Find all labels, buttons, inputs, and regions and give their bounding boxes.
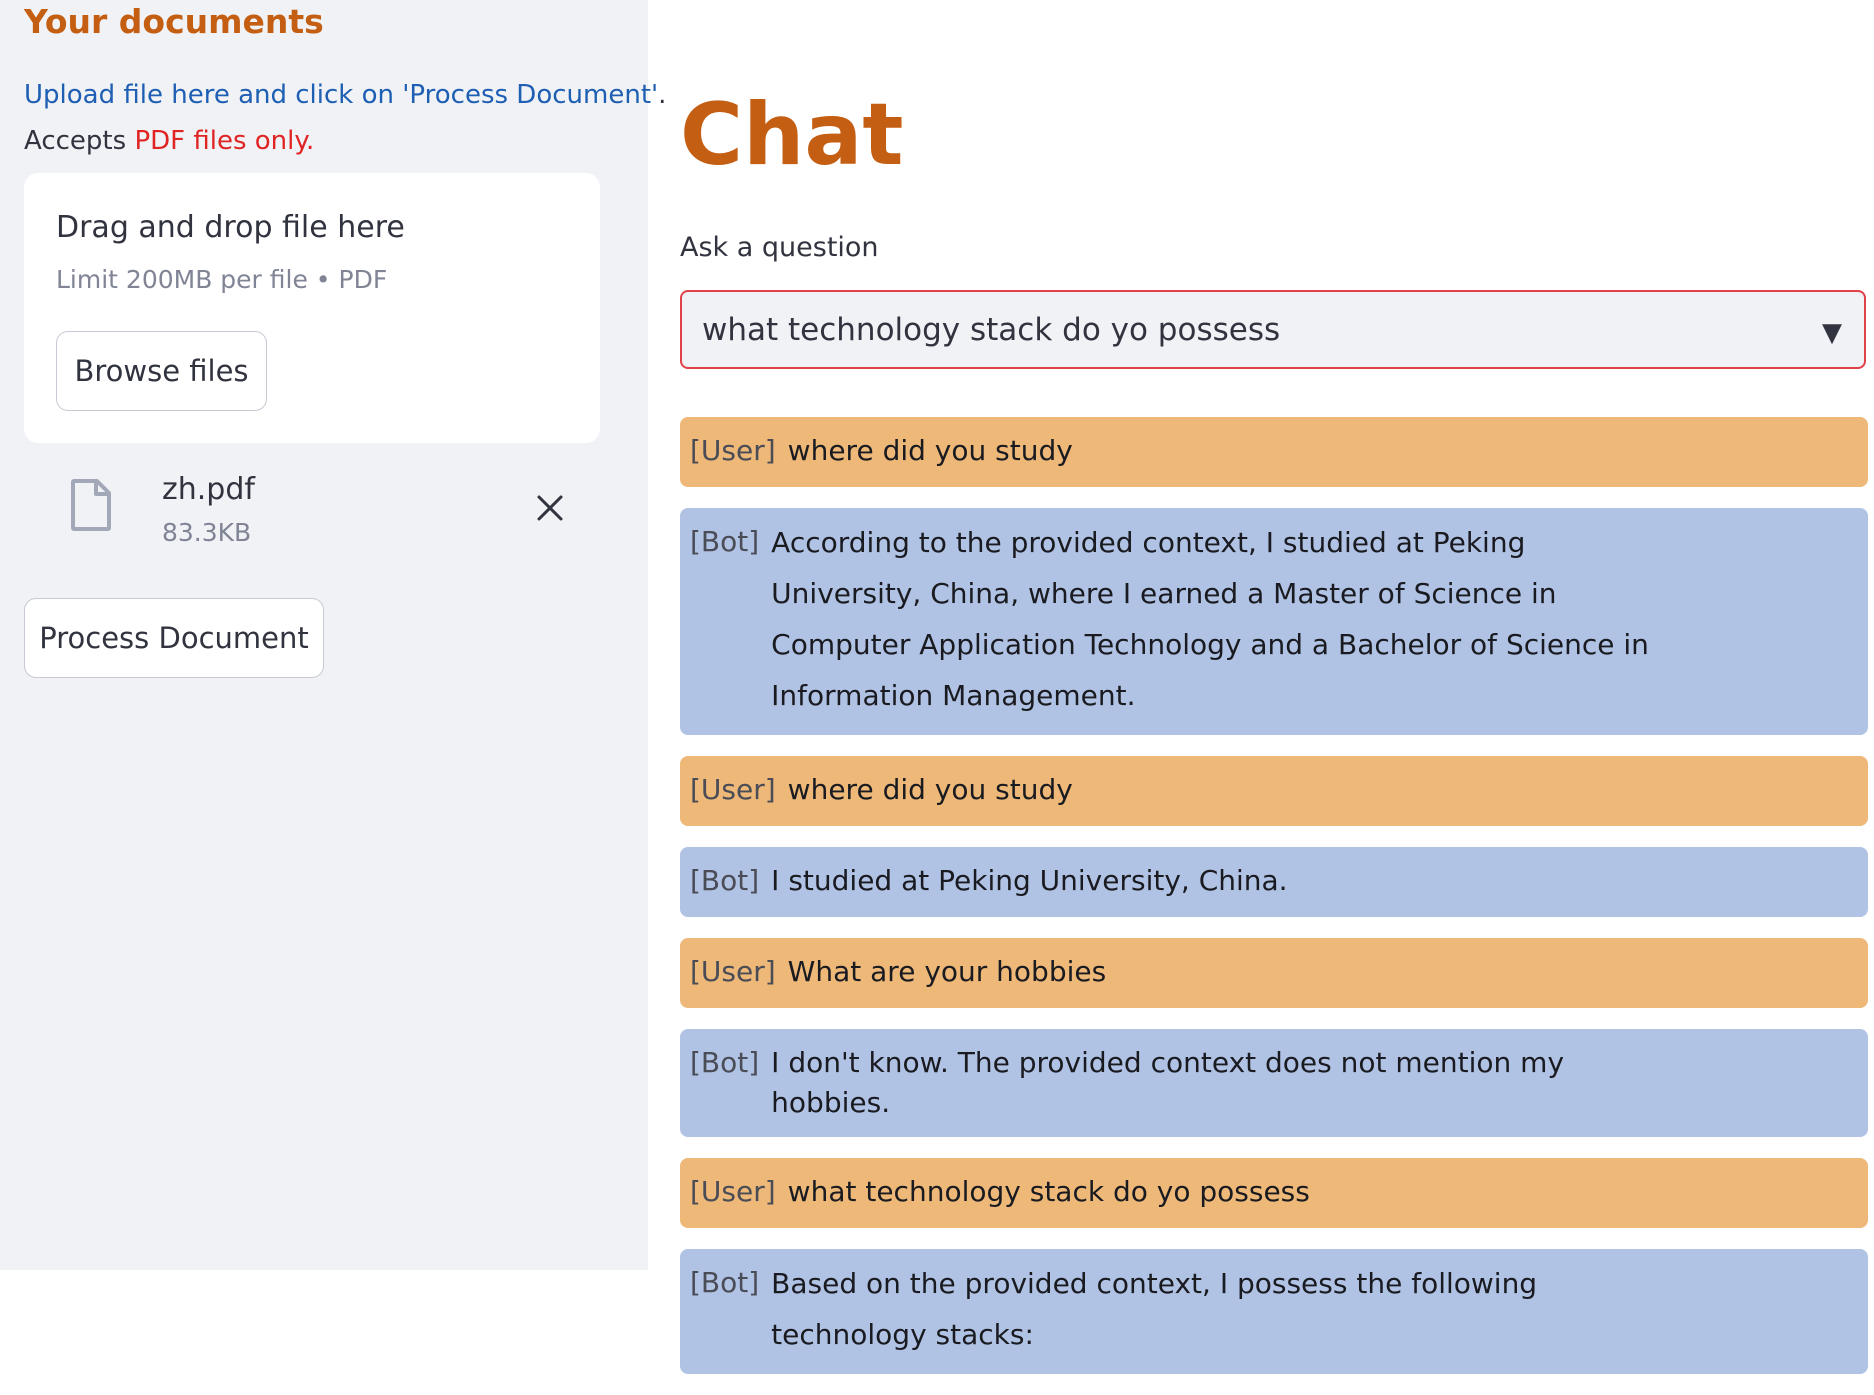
file-dropzone[interactable]: Drag and drop file here Limit 200MB per … (24, 173, 600, 443)
upload-hint: Upload file here and click on 'Process D… (24, 80, 666, 110)
uploaded-file: zh.pdf 83.3KB (24, 462, 600, 562)
file-icon (71, 479, 111, 531)
chat-message-user: [User] where did you study (680, 417, 1868, 487)
message-role-tag: [Bot] (690, 1266, 760, 1299)
chat-message-user: [User] What are your hobbies (680, 938, 1868, 1008)
question-input[interactable]: what technology stack do yo possess ▼ (680, 290, 1866, 369)
message-text: What are your hobbies (787, 955, 1107, 988)
upload-hint-text: Upload file here and click on 'Process D… (24, 80, 659, 110)
chat-message-bot: [Bot] Based on the provided context, I p… (680, 1249, 1868, 1374)
dropzone-limit: Limit 200MB per file • PDF (56, 265, 388, 294)
message-text: what technology stack do yo possess (787, 1175, 1310, 1208)
chat-message-bot: [Bot] According to the provided context,… (680, 508, 1868, 735)
question-input-value[interactable]: what technology stack do yo possess (702, 312, 1280, 348)
accepts-note: Accepts PDF files only. (24, 126, 314, 156)
message-text: where did you study (787, 434, 1073, 467)
sidebar-title: Your documents (24, 2, 324, 41)
main-panel: Chat Ask a question what technology stac… (648, 0, 1874, 1374)
message-role-tag: [Bot] (690, 1046, 760, 1079)
file-name: zh.pdf (162, 472, 255, 507)
dropzone-title: Drag and drop file here (56, 210, 405, 245)
message-role-tag: [User] (690, 434, 776, 467)
chat-history: [User] where did you study [Bot] Accordi… (680, 417, 1868, 1395)
accepts-highlight: PDF files only. (134, 126, 315, 156)
file-size: 83.3KB (162, 518, 252, 547)
message-text: I don't know. The provided context does … (771, 1046, 1565, 1119)
accepts-prefix: Accepts (24, 126, 127, 156)
message-role-tag: [Bot] (690, 864, 760, 897)
sidebar: Your documents Upload file here and clic… (0, 0, 666, 1270)
chat-message-bot: [Bot] I don't know. The provided context… (680, 1029, 1868, 1137)
process-document-button[interactable]: Process Document (24, 598, 324, 678)
message-role-tag: [Bot] (690, 525, 760, 558)
chat-message-user: [User] what technology stack do yo posse… (680, 1158, 1868, 1228)
message-role-tag: [User] (690, 955, 776, 988)
message-role-tag: [User] (690, 1175, 776, 1208)
chat-message-user: [User] where did you study (680, 756, 1868, 826)
message-text: where did you study (787, 773, 1073, 806)
chevron-down-icon[interactable]: ▼ (1822, 318, 1842, 348)
question-label: Ask a question (680, 232, 879, 263)
page-title: Chat (680, 85, 904, 185)
close-icon[interactable] (536, 494, 564, 522)
browse-files-button[interactable]: Browse files (56, 331, 267, 411)
message-text: I studied at Peking University, China. (771, 864, 1288, 897)
message-role-tag: [User] (690, 773, 776, 806)
chat-message-bot: [Bot] I studied at Peking University, Ch… (680, 847, 1868, 917)
message-text: According to the provided context, I stu… (771, 526, 1649, 712)
message-text: Based on the provided context, I possess… (771, 1267, 1538, 1351)
